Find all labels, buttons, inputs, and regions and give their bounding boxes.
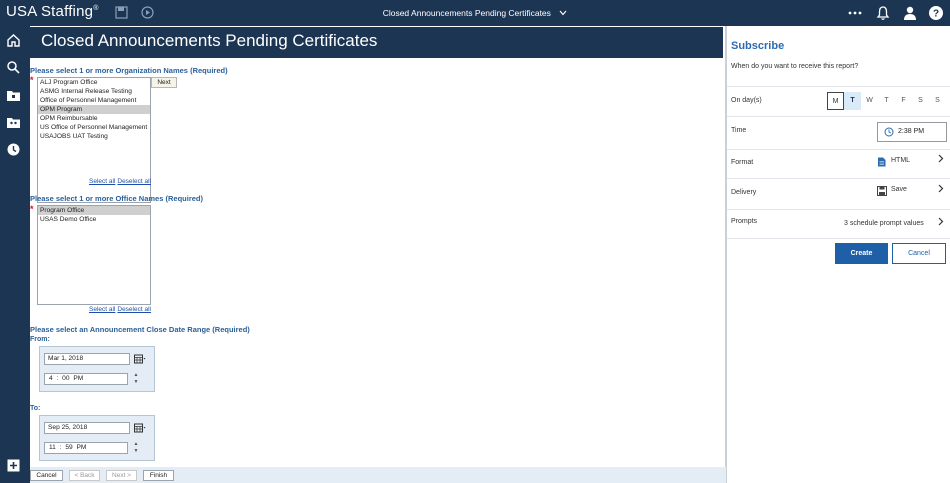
report-title: Closed Announcements Pending Certificate… <box>382 8 551 18</box>
main-content: Closed Announcements Pending Certificate… <box>27 26 726 483</box>
format-value: HTML <box>891 157 911 164</box>
date-range-label: Please select an Announcement Close Date… <box>30 325 250 334</box>
day-wednesday[interactable]: W <box>861 92 878 110</box>
clock-icon <box>884 127 894 137</box>
save-icon <box>877 186 887 196</box>
prompts-label: Prompts <box>731 218 758 225</box>
notifications-icon[interactable] <box>875 5 891 21</box>
user-icon[interactable] <box>902 5 918 21</box>
select-all-link[interactable]: Select all <box>89 178 115 185</box>
on-days-label: On day(s) <box>731 97 762 104</box>
to-date-box: Sep 25, 2018 11 : 59 PM ▲ ▼ <box>39 415 155 461</box>
panel-cancel-button[interactable]: Cancel <box>892 243 946 264</box>
time-label: Time <box>731 127 747 134</box>
select-all-link[interactable]: Select all <box>89 306 115 313</box>
prompt-footer: Cancel < Back Next > Finish <box>30 467 726 483</box>
left-nav <box>0 26 27 483</box>
org-next-button[interactable]: Next <box>151 77 177 88</box>
more-options-icon[interactable] <box>847 5 863 21</box>
left-accent-strip <box>27 26 30 483</box>
day-monday[interactable]: M <box>827 92 844 110</box>
day-sunday[interactable]: S <box>929 92 946 110</box>
office-names-label: Please select 1 or more Office Names (Re… <box>30 194 203 203</box>
office-names-listbox[interactable]: Program Office USAS Demo Office <box>37 205 151 305</box>
divider <box>727 209 950 210</box>
format-label: Format <box>731 159 754 166</box>
time-value: 2:38 PM <box>898 128 925 135</box>
team-content-icon[interactable] <box>6 115 21 130</box>
delivery-value: Save <box>891 186 907 193</box>
next-button[interactable]: Next > <box>106 470 137 481</box>
from-date-input[interactable]: Mar 1, 2018 <box>44 353 130 365</box>
subscribe-question: When do you want to receive this report? <box>731 63 859 70</box>
cancel-button[interactable]: Cancel <box>30 470 63 481</box>
list-item[interactable]: USAJOBS UAT Testing <box>38 132 150 141</box>
page-header: Closed Announcements Pending Certificate… <box>30 27 723 58</box>
divider <box>727 86 950 87</box>
calendar-icon[interactable] <box>134 423 146 433</box>
to-label: To: <box>30 405 41 412</box>
day-tuesday[interactable]: T <box>844 92 861 110</box>
list-item[interactable]: USAS Demo Office <box>38 215 150 224</box>
recent-icon[interactable] <box>6 142 21 157</box>
prompts-value: 3 schedule prompt values <box>844 220 924 227</box>
from-time-input[interactable]: 4 : 00 PM <box>44 373 128 385</box>
required-marker: * <box>30 75 34 85</box>
delivery-label: Delivery <box>731 189 757 196</box>
help-icon[interactable]: ? <box>928 5 944 21</box>
chevron-right-icon <box>938 184 944 195</box>
search-icon[interactable] <box>6 60 21 75</box>
day-selector: M T W T F S S <box>827 92 945 110</box>
report-title-dropdown[interactable]: Closed Announcements Pending Certificate… <box>0 8 950 18</box>
chevron-down-icon <box>559 8 567 18</box>
org-select-links: Select all Deselect all <box>89 178 153 185</box>
top-bar: USA Staffing® Closed Announcements Pendi… <box>0 0 950 26</box>
deselect-all-link[interactable]: Deselect all <box>117 306 151 313</box>
subscribe-panel: Subscribe When do you want to receive th… <box>726 26 950 483</box>
my-content-icon[interactable] <box>6 88 21 103</box>
to-time-spinner[interactable]: ▲ ▼ <box>132 441 140 455</box>
document-icon <box>877 157 886 167</box>
create-button[interactable]: Create <box>835 243 888 264</box>
home-icon[interactable] <box>6 33 21 48</box>
from-label: From: <box>30 336 50 343</box>
list-item[interactable]: ASMG Internal Release Testing <box>38 87 150 96</box>
day-saturday[interactable]: S <box>912 92 929 110</box>
list-item[interactable]: ALJ Program Office <box>38 78 150 87</box>
divider <box>727 178 950 179</box>
finish-button[interactable]: Finish <box>143 470 174 481</box>
from-date-box: Mar 1, 2018 4 : 00 PM ▲ ▼ <box>39 346 155 392</box>
subscribe-title: Subscribe <box>731 40 785 52</box>
to-date-input[interactable]: Sep 25, 2018 <box>44 422 130 434</box>
list-item[interactable]: Office of Personnel Management <box>38 96 150 105</box>
required-marker: * <box>30 204 34 214</box>
back-button[interactable]: < Back <box>69 470 100 481</box>
list-item[interactable]: Program Office <box>38 206 150 215</box>
list-item[interactable]: OPM Reimbursable <box>38 114 150 123</box>
chevron-right-icon <box>938 154 944 165</box>
day-thursday[interactable]: T <box>878 92 895 110</box>
time-picker[interactable]: 2:38 PM <box>877 122 947 142</box>
list-item[interactable]: US Office of Personnel Management <box>38 123 150 132</box>
page-title: Closed Announcements Pending Certificate… <box>41 31 378 50</box>
chevron-right-icon <box>938 217 944 228</box>
from-time-spinner[interactable]: ▲ ▼ <box>132 372 140 386</box>
divider <box>727 238 950 239</box>
office-select-links: Select all Deselect all <box>89 306 153 313</box>
list-item[interactable]: OPM Program <box>38 105 150 114</box>
calendar-icon[interactable] <box>134 354 146 364</box>
org-names-label: Please select 1 or more Organization Nam… <box>30 66 228 75</box>
new-icon[interactable] <box>6 458 21 473</box>
divider <box>727 116 950 117</box>
day-friday[interactable]: F <box>895 92 912 110</box>
deselect-all-link[interactable]: Deselect all <box>117 178 151 185</box>
to-time-input[interactable]: 11 : 59 PM <box>44 442 128 454</box>
svg-text:?: ? <box>933 9 939 20</box>
divider <box>727 149 950 150</box>
